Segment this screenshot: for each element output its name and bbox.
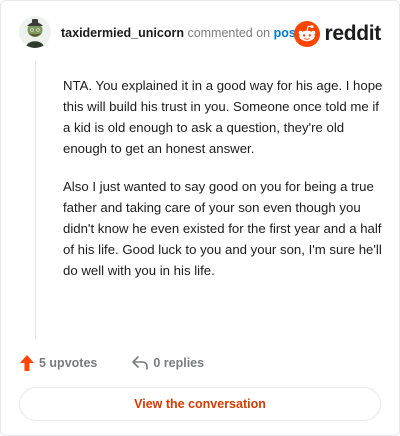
comment-embed-card: taxidermied_unicorn commented on post re…: [0, 0, 400, 436]
reply-count: 0 replies: [153, 356, 205, 370]
reply-arrow-icon: [132, 356, 149, 370]
avatar-image-icon: [19, 16, 51, 48]
upvote-count: 5 upvotes: [39, 356, 98, 370]
replies-button[interactable]: 0 replies: [97, 355, 204, 371]
reddit-logo[interactable]: reddit: [294, 21, 381, 47]
thread-line: [35, 61, 36, 339]
comment-paragraph: Also I just wanted to say good on you fo…: [63, 179, 382, 278]
commented-on-text: commented on: [187, 26, 271, 40]
reddit-snoo-icon: [294, 21, 321, 47]
upvote-button[interactable]: 5 upvotes: [19, 354, 97, 372]
view-conversation-button[interactable]: View the conversation: [19, 387, 381, 421]
byline: taxidermied_unicorn commented on post: [61, 25, 300, 41]
comment-header: taxidermied_unicorn commented on post re…: [19, 16, 381, 52]
upvote-arrow-icon: [20, 355, 34, 371]
username-link[interactable]: taxidermied_unicorn: [61, 26, 184, 40]
avatar[interactable]: [19, 16, 51, 48]
reddit-wordmark: reddit: [324, 22, 381, 45]
comment-actions: 5 upvotes 0 replies: [19, 353, 204, 373]
comment-paragraph: NTA. You explained it in a good way for …: [63, 78, 383, 156]
comment-body: NTA. You explained it in a good way for …: [63, 75, 383, 298]
